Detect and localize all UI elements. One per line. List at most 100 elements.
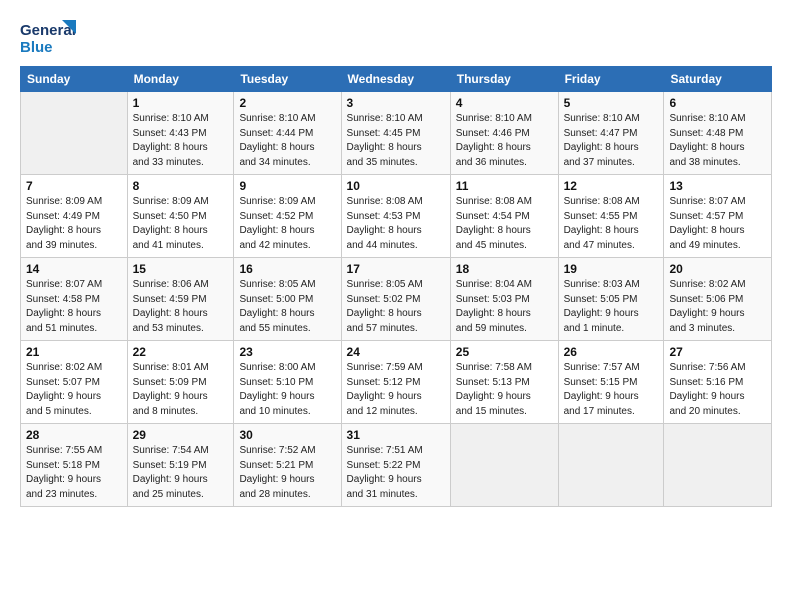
col-header-thursday: Thursday [450,67,558,92]
day-info: Sunrise: 8:05 AMSunset: 5:02 PMDaylight:… [347,278,445,336]
day-info: Sunrise: 8:07 AMSunset: 4:58 PMDaylight:… [26,278,122,336]
day-info: Sunrise: 8:07 AMSunset: 4:57 PMDaylight:… [669,195,766,253]
calendar-cell: 22 Sunrise: 8:01 AMSunset: 5:09 PMDayligh… [127,341,234,424]
day-number: 14 [26,262,122,276]
calendar-cell: 13Sunrise: 8:07 AMSunset: 4:57 PMDayligh… [664,175,772,258]
day-number: 10 [347,179,445,193]
day-number: 5 [564,96,659,110]
calendar-cell: 10 Sunrise: 8:08 AMSunset: 4:53 PMDayligh… [341,175,450,258]
day-number: 20 [669,262,766,276]
day-info: Sunrise: 8:03 AMSunset: 5:05 PMDaylight:… [564,278,659,336]
day-number: 18 [456,262,553,276]
calendar-cell [558,424,664,507]
calendar-cell: 18Sunrise: 8:04 AMSunset: 5:03 PMDayligh… [450,258,558,341]
day-number: 27 [669,345,766,359]
day-info: Sunrise: 8:10 AMSunset: 4:48 PMDaylight:… [669,112,766,170]
day-info: Sunrise: 7:55 AMSunset: 5:18 PMDaylight:… [26,444,122,502]
day-info: Sunrise: 8:09 AMSunset: 4:49 PMDaylight:… [26,195,122,253]
calendar-cell: 23 Sunrise: 8:00 AMSunset: 5:10 PMDayligh… [234,341,341,424]
day-number: 30 [239,428,335,442]
day-info: Sunrise: 8:08 AMSunset: 4:54 PMDaylight:… [456,195,553,253]
day-number: 1 [133,96,229,110]
day-info: Sunrise: 8:01 AMSunset: 5:09 PMDaylight:… [133,361,229,419]
day-info: Sunrise: 8:10 AMSunset: 4:47 PMDaylight:… [564,112,659,170]
day-info: Sunrise: 8:10 AMSunset: 4:43 PMDaylight:… [133,112,229,170]
day-number: 23 [239,345,335,359]
day-number: 26 [564,345,659,359]
calendar-cell: 20Sunrise: 8:02 AMSunset: 5:06 PMDayligh… [664,258,772,341]
day-number: 15 [133,262,229,276]
day-number: 28 [26,428,122,442]
calendar-cell: 28 Sunrise: 7:55 AMSunset: 5:18 PMDayligh… [21,424,128,507]
day-number: 12 [564,179,659,193]
day-number: 7 [26,179,122,193]
day-info: Sunrise: 8:00 AMSunset: 5:10 PMDaylight:… [239,361,335,419]
col-header-monday: Monday [127,67,234,92]
day-number: 4 [456,96,553,110]
day-info: Sunrise: 8:06 AMSunset: 4:59 PMDaylight:… [133,278,229,336]
col-header-saturday: Saturday [664,67,772,92]
day-info: Sunrise: 8:08 AMSunset: 4:53 PMDaylight:… [347,195,445,253]
week-row-1: 1 Sunrise: 8:10 AMSunset: 4:43 PMDaylight… [21,92,772,175]
day-info: Sunrise: 8:09 AMSunset: 4:50 PMDaylight:… [133,195,229,253]
day-info: Sunrise: 8:09 AMSunset: 4:52 PMDaylight:… [239,195,335,253]
col-header-sunday: Sunday [21,67,128,92]
calendar-cell [664,424,772,507]
calendar-cell: 24 Sunrise: 7:59 AMSunset: 5:12 PMDayligh… [341,341,450,424]
day-number: 17 [347,262,445,276]
calendar-cell [450,424,558,507]
calendar-cell: 25 Sunrise: 7:58 AMSunset: 5:13 PMDayligh… [450,341,558,424]
day-info: Sunrise: 7:51 AMSunset: 5:22 PMDaylight:… [347,444,445,502]
day-number: 31 [347,428,445,442]
day-info: Sunrise: 8:02 AMSunset: 5:07 PMDaylight:… [26,361,122,419]
calendar-cell: 14 Sunrise: 8:07 AMSunset: 4:58 PMDayligh… [21,258,128,341]
week-row-5: 28 Sunrise: 7:55 AMSunset: 5:18 PMDayligh… [21,424,772,507]
day-number: 24 [347,345,445,359]
day-info: Sunrise: 7:52 AMSunset: 5:21 PMDaylight:… [239,444,335,502]
calendar-cell: 30 Sunrise: 7:52 AMSunset: 5:21 PMDayligh… [234,424,341,507]
day-number: 11 [456,179,553,193]
calendar-cell: 19 Sunrise: 8:03 AMSunset: 5:05 PMDayligh… [558,258,664,341]
logo: GeneralBlue [20,18,80,58]
calendar-cell: 3 Sunrise: 8:10 AMSunset: 4:45 PMDaylight… [341,92,450,175]
day-number: 16 [239,262,335,276]
calendar-cell: 4Sunrise: 8:10 AMSunset: 4:46 PMDaylight… [450,92,558,175]
day-info: Sunrise: 7:57 AMSunset: 5:15 PMDaylight:… [564,361,659,419]
day-info: Sunrise: 8:10 AMSunset: 4:44 PMDaylight:… [239,112,335,170]
calendar-cell: 5 Sunrise: 8:10 AMSunset: 4:47 PMDaylight… [558,92,664,175]
week-row-4: 21 Sunrise: 8:02 AMSunset: 5:07 PMDayligh… [21,341,772,424]
day-number: 6 [669,96,766,110]
calendar-cell: 9Sunrise: 8:09 AMSunset: 4:52 PMDaylight… [234,175,341,258]
day-info: Sunrise: 7:58 AMSunset: 5:13 PMDaylight:… [456,361,553,419]
calendar-table: SundayMondayTuesdayWednesdayThursdayFrid… [20,66,772,507]
day-number: 8 [133,179,229,193]
day-info: Sunrise: 7:54 AMSunset: 5:19 PMDaylight:… [133,444,229,502]
day-number: 25 [456,345,553,359]
day-number: 3 [347,96,445,110]
svg-text:Blue: Blue [20,39,53,56]
calendar-cell: 12Sunrise: 8:08 AMSunset: 4:55 PMDayligh… [558,175,664,258]
day-number: 29 [133,428,229,442]
day-info: Sunrise: 7:56 AMSunset: 5:16 PMDaylight:… [669,361,766,419]
calendar-cell: 21 Sunrise: 8:02 AMSunset: 5:07 PMDayligh… [21,341,128,424]
col-header-friday: Friday [558,67,664,92]
day-number: 21 [26,345,122,359]
col-header-tuesday: Tuesday [234,67,341,92]
calendar-cell: 1 Sunrise: 8:10 AMSunset: 4:43 PMDaylight… [127,92,234,175]
logo-svg: GeneralBlue [20,18,80,58]
day-number: 22 [133,345,229,359]
calendar-cell [21,92,128,175]
week-row-2: 7 Sunrise: 8:09 AMSunset: 4:49 PMDaylight… [21,175,772,258]
calendar-cell: 26 Sunrise: 7:57 AMSunset: 5:15 PMDayligh… [558,341,664,424]
calendar-cell: 15 Sunrise: 8:06 AMSunset: 4:59 PMDayligh… [127,258,234,341]
day-number: 19 [564,262,659,276]
day-info: Sunrise: 8:05 AMSunset: 5:00 PMDaylight:… [239,278,335,336]
calendar-cell: 11 Sunrise: 8:08 AMSunset: 4:54 PMDayligh… [450,175,558,258]
calendar-cell: 17 Sunrise: 8:05 AMSunset: 5:02 PMDayligh… [341,258,450,341]
calendar-cell: 27 Sunrise: 7:56 AMSunset: 5:16 PMDayligh… [664,341,772,424]
page-container: GeneralBlue SundayMondayTuesdayWednesday… [0,0,792,517]
calendar-cell: 8 Sunrise: 8:09 AMSunset: 4:50 PMDaylight… [127,175,234,258]
calendar-cell: 16 Sunrise: 8:05 AMSunset: 5:00 PMDayligh… [234,258,341,341]
day-info: Sunrise: 7:59 AMSunset: 5:12 PMDaylight:… [347,361,445,419]
day-info: Sunrise: 8:10 AMSunset: 4:45 PMDaylight:… [347,112,445,170]
